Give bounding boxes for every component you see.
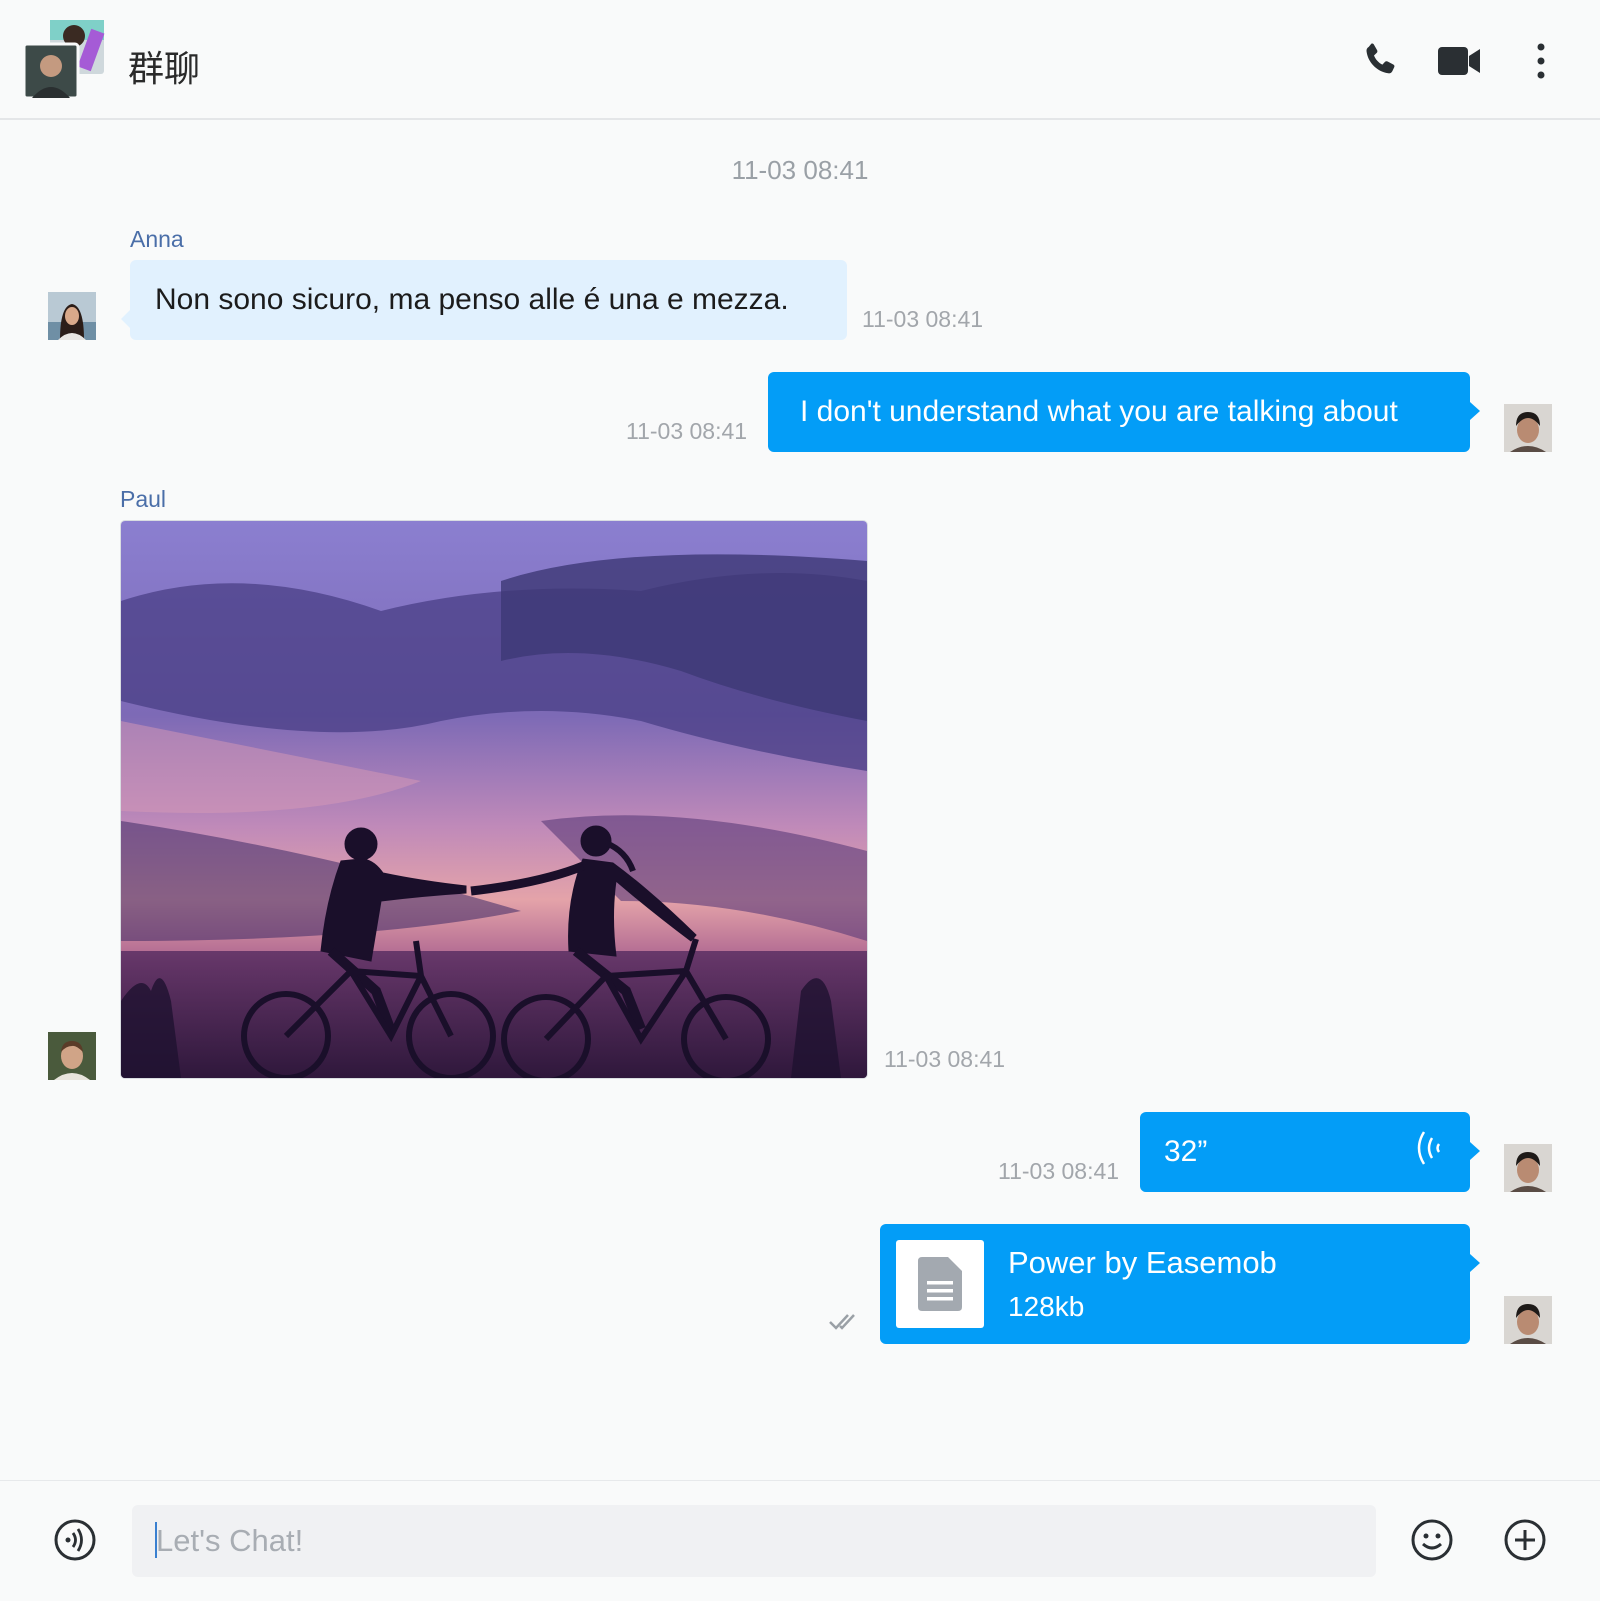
emoji-icon[interactable] bbox=[1407, 1515, 1457, 1565]
avatar[interactable] bbox=[1504, 404, 1552, 452]
phone-icon[interactable] bbox=[1355, 36, 1405, 86]
voice-icon[interactable] bbox=[50, 1515, 100, 1565]
avatar[interactable] bbox=[1504, 1144, 1552, 1192]
avatar[interactable] bbox=[1504, 1296, 1552, 1344]
sunset-cyclists-photo bbox=[121, 521, 867, 1078]
file-message-bubble[interactable]: Power by Easemob 128kb bbox=[880, 1224, 1480, 1344]
double-check-icon bbox=[828, 1312, 862, 1337]
sender-name: Anna bbox=[130, 226, 184, 252]
received-message-bubble[interactable]: Non sono sicuro, ma penso alle é una e m… bbox=[121, 260, 847, 340]
message-text: I don't understand what you are talking … bbox=[800, 395, 1398, 428]
video-camera-icon[interactable] bbox=[1434, 36, 1484, 86]
group-avatar[interactable] bbox=[24, 18, 106, 100]
message-time: 11-03 08:41 bbox=[884, 1046, 1006, 1072]
more-vertical-icon[interactable] bbox=[1516, 36, 1566, 86]
message-time: 11-03 08:41 bbox=[626, 418, 748, 444]
message-input[interactable] bbox=[132, 1505, 1376, 1577]
message-time-divider: 11-03 08:41 bbox=[731, 155, 869, 185]
file-name: Power by Easemob bbox=[1008, 1245, 1277, 1280]
message-time: 11-03 08:41 bbox=[998, 1158, 1120, 1184]
image-message[interactable] bbox=[121, 521, 867, 1078]
voice-duration: 32” bbox=[1164, 1135, 1208, 1168]
avatar[interactable] bbox=[48, 1032, 96, 1080]
voice-message-bubble[interactable]: 32” bbox=[1140, 1112, 1480, 1192]
sender-name: Paul bbox=[120, 486, 167, 512]
message-text: Non sono sicuro, ma penso alle é una e m… bbox=[155, 283, 789, 316]
message-time: 11-03 08:41 bbox=[862, 306, 984, 332]
file-size: 128kb bbox=[1008, 1291, 1085, 1322]
chat-title: 群聊 bbox=[128, 49, 201, 90]
text-cursor bbox=[155, 1522, 157, 1558]
voice-wave-icon bbox=[1414, 1128, 1444, 1176]
sent-message-bubble[interactable]: I don't understand what you are talking … bbox=[768, 372, 1480, 452]
plus-circle-icon[interactable] bbox=[1500, 1515, 1550, 1565]
file-icon bbox=[896, 1240, 984, 1328]
avatar[interactable] bbox=[48, 292, 96, 340]
